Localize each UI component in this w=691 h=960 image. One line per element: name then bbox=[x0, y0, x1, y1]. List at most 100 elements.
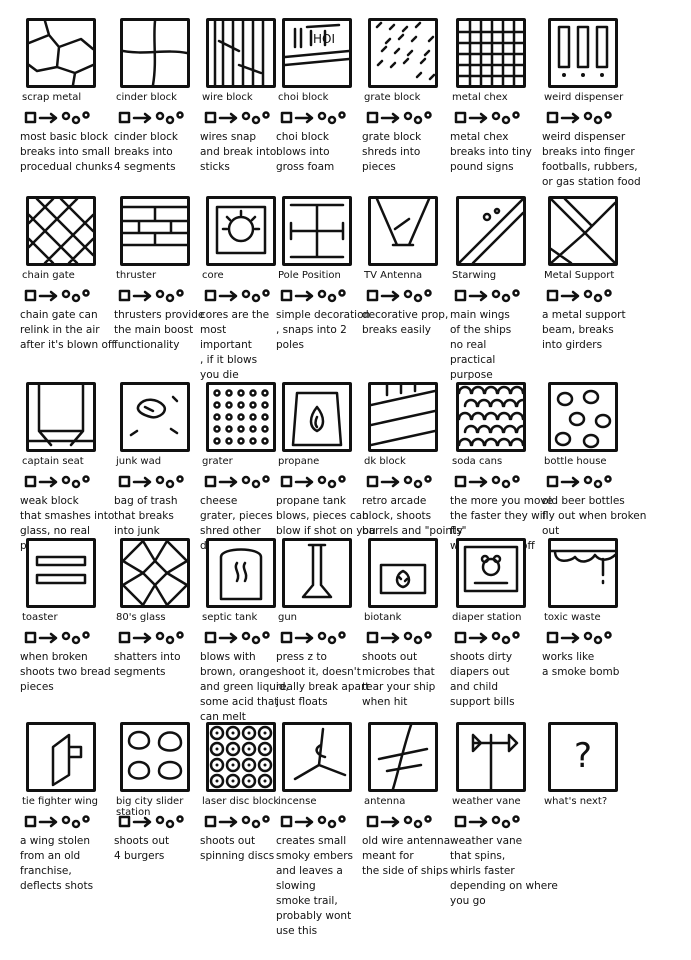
block-name: TV Antenna bbox=[364, 270, 423, 281]
biotank-icon bbox=[368, 538, 438, 608]
soda-cans-icon bbox=[456, 382, 526, 452]
block-name: metal chex bbox=[452, 92, 508, 103]
block-name: thruster bbox=[116, 270, 157, 281]
break-arrow-sketch bbox=[454, 628, 534, 648]
tie-fighter-wing-icon bbox=[26, 722, 96, 792]
block-description: works like a smoke bomb bbox=[542, 651, 620, 678]
metal-support-icon bbox=[548, 196, 618, 266]
block-name: grater bbox=[202, 456, 233, 467]
block-name: scrap metal bbox=[22, 92, 82, 103]
dk-block-icon bbox=[368, 382, 438, 452]
block-name: propane bbox=[278, 456, 320, 467]
core-icon bbox=[206, 196, 276, 266]
bottle-house-icon bbox=[548, 382, 618, 452]
block-name: diaper station bbox=[452, 612, 522, 623]
antenna-icon bbox=[368, 722, 438, 792]
block-entry: Metal Support a metal support beam, break… bbox=[540, 192, 656, 352]
break-arrow-sketch bbox=[454, 286, 534, 306]
break-arrow-sketch bbox=[24, 628, 104, 648]
big-city-slider-icon bbox=[120, 722, 190, 792]
scrap-metal-icon bbox=[26, 18, 96, 88]
pole-position-icon bbox=[282, 196, 352, 266]
weird-dispenser-icon bbox=[548, 18, 618, 88]
break-arrow-sketch bbox=[546, 472, 626, 492]
block-entry: bottle house old beer bottles fly out whe… bbox=[540, 378, 656, 538]
block-name: toxic waste bbox=[544, 612, 601, 623]
block-name: what's next? bbox=[544, 796, 608, 807]
gun-icon bbox=[282, 538, 352, 608]
break-arrow-sketch bbox=[204, 108, 284, 128]
septic-tank-icon bbox=[206, 538, 276, 608]
break-arrow-sketch bbox=[118, 472, 198, 492]
block-name: toaster bbox=[22, 612, 58, 623]
break-arrow-sketch bbox=[366, 286, 446, 306]
tv-antenna-icon bbox=[368, 196, 438, 266]
break-arrow-sketch bbox=[366, 628, 446, 648]
block-entry: weird dispenser weird dispenser breaks in… bbox=[540, 14, 656, 188]
diaper-station-icon bbox=[456, 538, 526, 608]
grater-icon bbox=[206, 382, 276, 452]
svg-text:?: ? bbox=[574, 736, 592, 776]
break-arrow-sketch bbox=[24, 108, 104, 128]
break-arrow-sketch bbox=[118, 628, 198, 648]
block-name: weird dispenser bbox=[544, 92, 624, 103]
starwing-icon bbox=[456, 196, 526, 266]
block-name: choi block bbox=[278, 92, 329, 103]
break-arrow-sketch bbox=[366, 472, 446, 492]
captain-seat-icon bbox=[26, 382, 96, 452]
break-arrow-sketch bbox=[204, 286, 284, 306]
break-arrow-sketch bbox=[24, 812, 104, 832]
choi-block-icon: HOI bbox=[282, 18, 352, 88]
break-arrow-sketch bbox=[280, 286, 360, 306]
block-entry: toxic waste works like a smoke bomb bbox=[540, 534, 656, 694]
toxic-waste-icon bbox=[548, 538, 618, 608]
block-name: weather vane bbox=[452, 796, 521, 807]
block-name: tie fighter wing bbox=[22, 796, 99, 807]
break-arrow-sketch bbox=[280, 472, 360, 492]
wire-block-icon bbox=[206, 18, 276, 88]
block-name: captain seat bbox=[22, 456, 84, 467]
incense-icon bbox=[282, 722, 352, 792]
block-name: Metal Support bbox=[544, 270, 615, 281]
break-arrow-sketch bbox=[280, 628, 360, 648]
propane-icon bbox=[282, 382, 352, 452]
break-arrow-sketch bbox=[24, 286, 104, 306]
block-name: wire block bbox=[202, 92, 253, 103]
chain-gate-icon bbox=[26, 196, 96, 266]
break-arrow-sketch bbox=[454, 108, 534, 128]
break-arrow-sketch bbox=[546, 108, 626, 128]
block-description: a metal support beam, breaks into girder… bbox=[542, 309, 626, 351]
block-name: junk wad bbox=[116, 456, 162, 467]
block-name: biotank bbox=[364, 612, 402, 623]
break-arrow-sketch bbox=[454, 812, 534, 832]
block-name: core bbox=[202, 270, 224, 281]
break-arrow-sketch bbox=[280, 108, 360, 128]
junk-wad-icon bbox=[120, 382, 190, 452]
block-entry: ? what's next? bbox=[540, 718, 656, 878]
break-arrow-sketch bbox=[204, 812, 284, 832]
block-name: cinder block bbox=[116, 92, 177, 103]
break-arrow-sketch bbox=[546, 286, 626, 306]
question-mark-icon: ? bbox=[548, 722, 618, 792]
break-arrow-sketch bbox=[454, 472, 534, 492]
break-arrow-sketch bbox=[366, 108, 446, 128]
block-name: laser disc block bbox=[202, 796, 280, 807]
break-arrow-sketch bbox=[366, 812, 446, 832]
break-arrow-sketch bbox=[118, 108, 198, 128]
block-name: chain gate bbox=[22, 270, 75, 281]
break-arrow-sketch bbox=[204, 628, 284, 648]
break-arrow-sketch bbox=[280, 812, 360, 832]
cinder-block-icon bbox=[120, 18, 190, 88]
weather-vane-icon bbox=[456, 722, 526, 792]
block-name: incense bbox=[278, 796, 317, 807]
block-name: grate block bbox=[364, 92, 421, 103]
block-name: gun bbox=[278, 612, 298, 623]
eighties-glass-icon bbox=[120, 538, 190, 608]
break-arrow-sketch bbox=[118, 286, 198, 306]
thruster-icon bbox=[120, 196, 190, 266]
laser-disc-block-icon bbox=[206, 722, 276, 792]
block-name: septic tank bbox=[202, 612, 258, 623]
block-description: weird dispenser breaks into finger footb… bbox=[542, 131, 641, 188]
break-arrow-sketch bbox=[546, 628, 626, 648]
grate-block-icon bbox=[368, 18, 438, 88]
